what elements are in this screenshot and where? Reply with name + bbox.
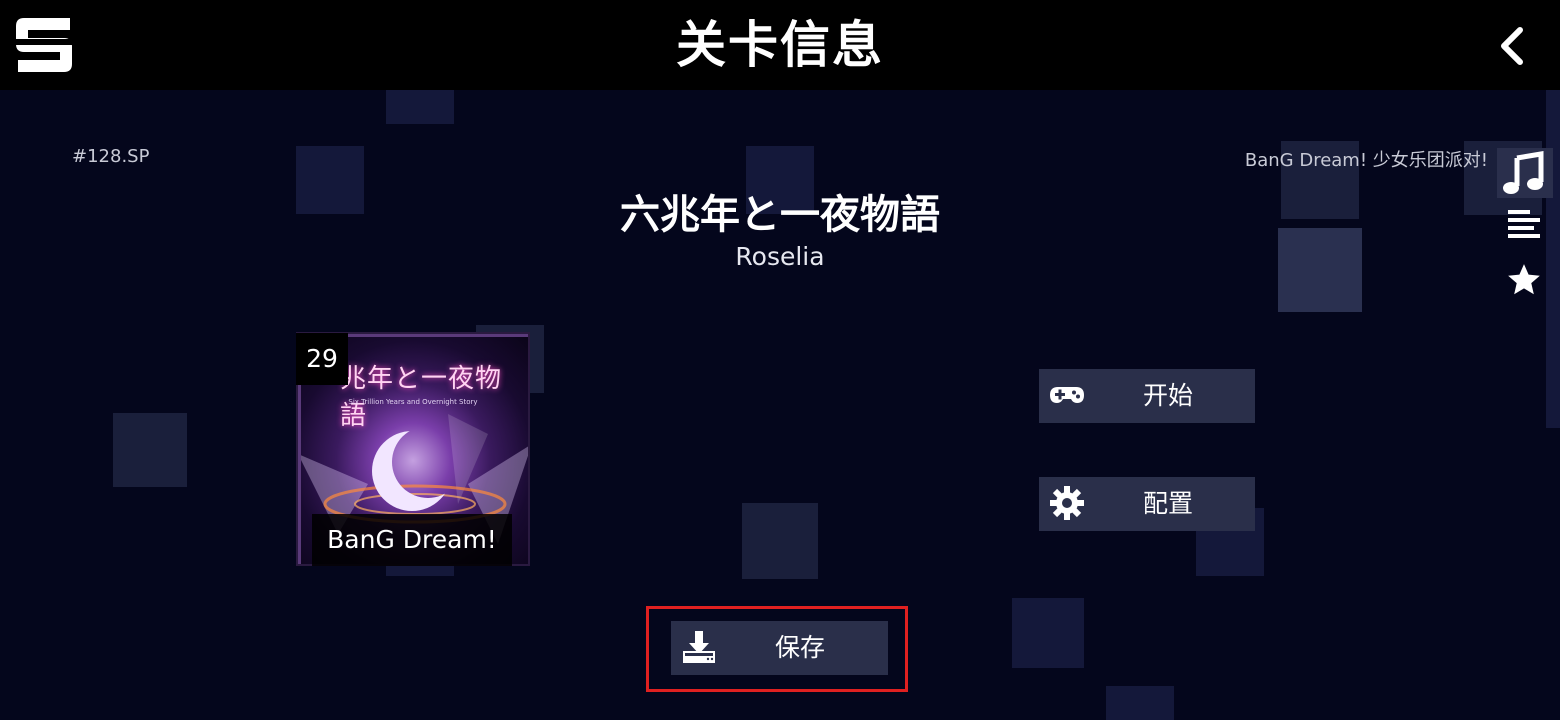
pack-name: BanG Dream! 少女乐团派对! — [1244, 150, 1488, 171]
chevron-left-icon[interactable] — [1494, 26, 1534, 66]
difficulty-badge: 29 — [296, 333, 348, 385]
cover-art-subtitle: Six Trillion Years and Overnight Story — [348, 398, 478, 406]
song-artist: Roselia — [735, 242, 825, 271]
cover-category-label: BanG Dream! — [312, 514, 512, 566]
cover-art-title: 兆年と一夜物語 — [340, 364, 503, 431]
song-title: 六兆年と一夜物語 — [620, 192, 940, 238]
gamepad-icon — [1050, 387, 1084, 403]
level-id: #128.SP — [72, 146, 150, 167]
background-tile — [1012, 598, 1084, 668]
gear-icon — [1050, 486, 1084, 520]
config-button-label: 配置 — [1143, 489, 1194, 518]
config-button[interactable]: 配置 — [1039, 477, 1255, 531]
save-button-label: 保存 — [775, 633, 826, 662]
background-tile — [386, 90, 454, 124]
crescent-moon-icon — [372, 431, 452, 511]
background-tile — [1106, 686, 1174, 720]
download-icon — [683, 631, 715, 663]
background-tile — [742, 503, 818, 579]
background-tile — [113, 413, 187, 487]
top-bar: 关卡信息 — [0, 0, 1560, 90]
start-button-label: 开始 — [1143, 381, 1194, 410]
save-button[interactable]: 保存 — [671, 621, 888, 675]
page-title: 关卡信息 — [676, 16, 884, 74]
start-button[interactable]: 开始 — [1039, 369, 1255, 423]
